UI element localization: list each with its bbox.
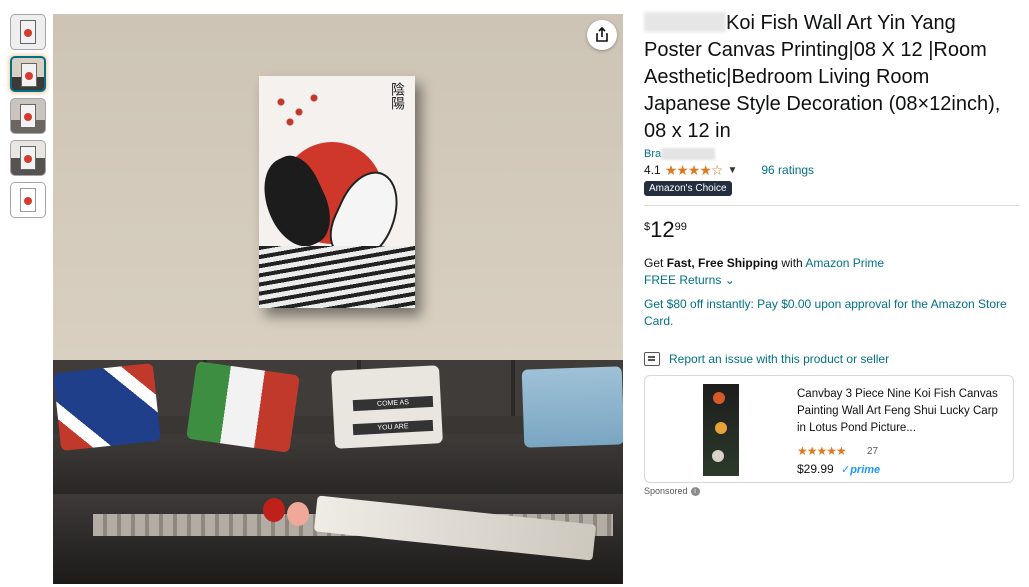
thumbnail-list xyxy=(10,14,46,224)
union-jack-pillow xyxy=(53,362,161,452)
sponsored-product-title[interactable]: Canvbay 3 Piece Nine Koi Fish Canvas Pai… xyxy=(797,386,1007,437)
thumbnail-2[interactable] xyxy=(10,56,46,92)
divider xyxy=(644,205,1019,206)
rating-row: 4.1 ★★★★☆ ▼ 96 ratings xyxy=(644,162,1019,178)
blurred-brand xyxy=(661,148,716,161)
cherry-blossom xyxy=(269,90,329,130)
rating-value: 4.1 xyxy=(644,163,661,177)
ratings-count-link[interactable]: 96 ratings xyxy=(761,163,814,177)
amazon-prime-link[interactable]: Amazon Prime xyxy=(805,256,884,270)
pink-rose xyxy=(287,502,309,526)
red-rose xyxy=(263,498,285,522)
product-title: Koi Fish Wall Art Yin Yang Poster Canvas… xyxy=(644,12,1001,142)
main-product-image[interactable]: 陰陽 COME AS YOU ARE xyxy=(53,14,623,584)
share-button[interactable] xyxy=(587,20,617,50)
chevron-down-icon[interactable]: ▼ xyxy=(727,165,737,176)
thumbnail-5[interactable] xyxy=(10,182,46,218)
thumbnail-1[interactable] xyxy=(10,14,46,50)
store-card-offer-link[interactable]: Get $80 off instantly: Pay $0.00 upon ap… xyxy=(644,296,1019,330)
sponsored-price: $29.99 xyxy=(797,462,834,476)
airplane-pillow xyxy=(521,366,623,448)
report-icon xyxy=(644,352,660,366)
waves xyxy=(259,246,415,308)
share-icon xyxy=(596,27,608,42)
sponsored-product-image[interactable] xyxy=(703,384,739,476)
sponsored-label[interactable]: Sponsored i xyxy=(644,486,1019,496)
blurred-brand-text xyxy=(644,12,726,32)
report-issue-link[interactable]: Report an issue with this product or sel… xyxy=(644,352,1019,366)
price-whole: 12 xyxy=(650,217,675,242)
amazons-choice-badge[interactable]: Amazon's Choice xyxy=(644,181,732,196)
poster-kanji: 陰陽 xyxy=(389,82,405,110)
info-icon[interactable]: i xyxy=(690,486,700,496)
prime-icon: ✓prime xyxy=(841,464,881,476)
free-returns-link[interactable]: FREE Returns ⌄ xyxy=(644,273,1019,287)
shipping-info: Get Fast, Free Shipping with Amazon Prim… xyxy=(644,256,885,270)
sponsored-product-card[interactable]: Canvbay 3 Piece Nine Koi Fish Canvas Pai… xyxy=(644,375,1014,483)
italy-flag-pillow xyxy=(186,361,300,453)
price: $ 12 99 xyxy=(644,218,1019,242)
thumbnail-4[interactable] xyxy=(10,140,46,176)
brand-link[interactable]: Bra xyxy=(644,148,1019,162)
star-rating-icon[interactable]: ★★★★☆ xyxy=(665,162,724,179)
koi-poster: 陰陽 xyxy=(259,76,415,308)
thumbnail-3[interactable] xyxy=(10,98,46,134)
sponsored-star-rating-icon[interactable]: ★★★★★ xyxy=(797,444,847,458)
product-info: Koi Fish Wall Art Yin Yang Poster Canvas… xyxy=(644,10,1019,496)
sponsored-review-count[interactable]: 27 xyxy=(867,446,878,457)
price-fraction: 99 xyxy=(674,221,687,233)
